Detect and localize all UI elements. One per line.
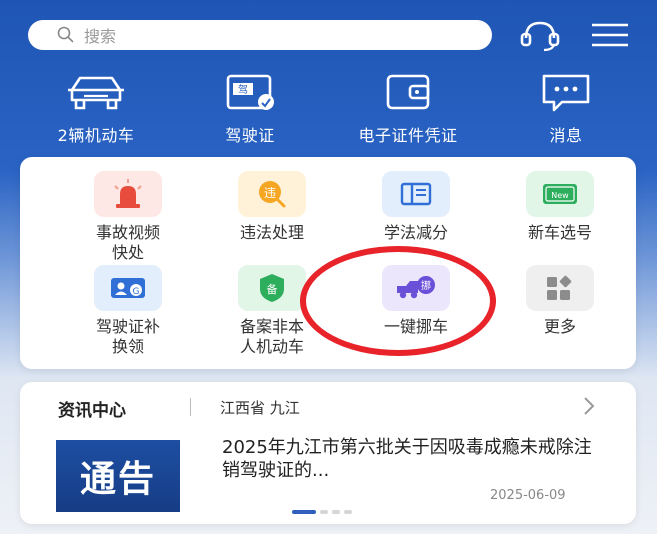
carousel-dot: [332, 510, 340, 514]
service-label: 更多: [543, 317, 576, 336]
search-placeholder: 搜索: [84, 27, 117, 46]
news-headline[interactable]: 2025年九江市第六批关于因吸毒成瘾未戒除注销驾驶证的...: [222, 436, 592, 482]
service-label: 备案非本 人机动车: [239, 317, 304, 356]
quick-actions: 2辆机动车 驾 驾驶证 电子证件凭证 消息: [0, 70, 657, 150]
svg-text:New: New: [551, 191, 569, 200]
thumbnail-text: 通告: [79, 458, 156, 500]
svg-text:备: 备: [267, 282, 278, 296]
search-bar[interactable]: 搜索: [28, 20, 492, 50]
carousel-dot: [292, 510, 316, 514]
service-label: 违法处理: [239, 223, 304, 242]
carousel-indicator: [292, 510, 352, 514]
service-label: 事故视频 快处: [95, 223, 160, 262]
quick-messages-label: 消息: [549, 126, 583, 145]
quick-vehicles[interactable]: 2辆机动车: [26, 70, 166, 146]
service-more[interactable]: 更多: [490, 265, 630, 337]
news-date: 2025-06-09: [490, 488, 566, 503]
violation-search-icon: 违: [238, 171, 306, 217]
service-label: 一键挪车: [383, 317, 448, 336]
service-label: 新车选号: [527, 223, 592, 242]
top-bar: 搜索: [0, 0, 657, 70]
siren-icon: [94, 171, 162, 217]
chevron-right-icon[interactable]: [582, 396, 596, 416]
carousel-dot: [344, 510, 352, 514]
id-card-icon: G: [94, 265, 162, 311]
news-title: 资讯中心: [58, 401, 126, 421]
quick-e-certificate-label: 电子证件凭证: [358, 126, 458, 145]
services-panel: 事故视频 快处 违 违法处理 学法减分 New 新车选号 G 驾驶证补 换领 备…: [20, 157, 636, 369]
news-header[interactable]: 资讯中心 江西省 九江: [20, 382, 636, 430]
service-study-reduce-points[interactable]: 学法减分: [346, 171, 486, 243]
carousel-dot: [320, 510, 328, 514]
region-selector[interactable]: 江西省 九江: [220, 397, 300, 418]
svg-text:违: 违: [264, 186, 276, 200]
car-icon: [68, 76, 124, 110]
service-license-renewal[interactable]: G 驾驶证补 换领: [58, 265, 198, 357]
service-move-car[interactable]: 挪 一键挪车: [346, 265, 486, 337]
service-violation-handling[interactable]: 违 违法处理: [202, 171, 342, 243]
service-new-plate[interactable]: New 新车选号: [490, 171, 630, 243]
move-car-truck-icon: 挪: [382, 265, 450, 311]
quick-e-certificate[interactable]: 电子证件凭证: [338, 70, 478, 146]
quick-vehicles-label: 2辆机动车: [57, 126, 135, 145]
quick-messages[interactable]: 消息: [496, 70, 636, 146]
svg-text:驾: 驾: [238, 84, 248, 96]
search-icon: [57, 26, 74, 43]
service-label: 学法减分: [383, 223, 448, 242]
hamburger-menu-icon[interactable]: [590, 22, 630, 48]
quick-license-label: 驾驶证: [225, 126, 275, 145]
svg-text:G: G: [133, 287, 140, 297]
quick-license[interactable]: 驾 驾驶证: [180, 70, 320, 146]
divider: [190, 398, 191, 416]
message-icon: [542, 74, 590, 112]
new-plate-icon: New: [526, 171, 594, 217]
service-accident-video[interactable]: 事故视频 快处: [58, 171, 198, 263]
news-center: 资讯中心 江西省 九江 通告 2025年九江市第六批关于因吸毒成瘾未戒除注销驾驶…: [20, 382, 636, 524]
svg-text:挪: 挪: [421, 279, 431, 292]
license-card-icon: 驾: [226, 74, 274, 110]
shield-record-icon: 备: [238, 265, 306, 311]
wallet-icon: [386, 74, 430, 110]
service-register-non-own-vehicle[interactable]: 备 备案非本 人机动车: [202, 265, 342, 357]
more-grid-icon: [526, 265, 594, 311]
news-thumbnail[interactable]: 通告: [56, 440, 180, 512]
book-icon: [382, 171, 450, 217]
service-label: 驾驶证补 换领: [95, 317, 160, 356]
headset-icon[interactable]: [518, 18, 562, 52]
